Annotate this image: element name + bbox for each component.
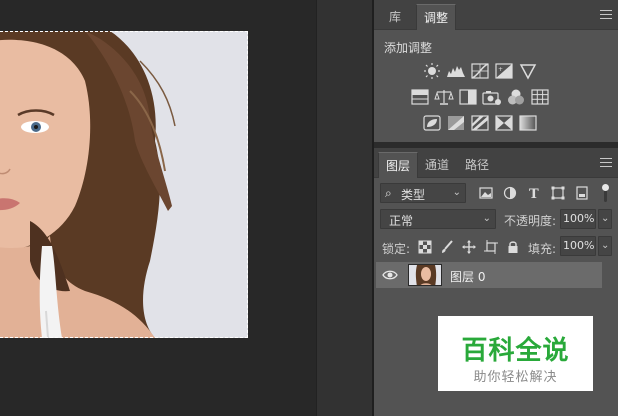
chevron-down-icon: ⌄ (452, 187, 461, 198)
adjustment-filter-icon[interactable] (502, 185, 518, 201)
exposure-icon[interactable]: + (494, 62, 514, 80)
curves-icon[interactable] (470, 62, 490, 80)
chevron-down-icon: ⌄ (601, 213, 610, 224)
canvas-area[interactable] (0, 0, 316, 416)
threshold-icon[interactable] (470, 114, 490, 132)
layer-thumbnail[interactable] (408, 264, 442, 286)
photoshop-window: 库 调整 添加调整 + 图层 通道 路径 ⌕ 类型 ⌄ T 正常 ⌄ 不透明度:… (0, 0, 618, 416)
opacity-dropdown[interactable]: ⌄ (598, 209, 612, 229)
channel-mixer-icon[interactable] (506, 88, 526, 106)
chevron-down-icon: ⌄ (601, 240, 610, 251)
fill-dropdown[interactable]: ⌄ (598, 236, 612, 256)
panel-menu-icon[interactable] (600, 10, 612, 20)
panel-menu-icon[interactable] (600, 158, 612, 168)
search-icon: ⌕ (385, 186, 392, 200)
layer-name[interactable]: 图层 0 (450, 268, 485, 285)
photo-filter-icon[interactable] (482, 88, 502, 106)
tab-library[interactable]: 库 (378, 4, 412, 30)
fill-value: 100% (563, 239, 595, 252)
tab-layers[interactable]: 图层 (378, 152, 418, 178)
type-filter-icon[interactable]: T (526, 185, 542, 201)
watermark: 百科全说 助你轻松解决 (438, 316, 593, 391)
chevron-down-icon: ⌄ (482, 213, 491, 224)
invert-icon[interactable] (422, 114, 442, 132)
adjustments-tabbar: 库 调整 (374, 0, 618, 30)
tab-paths[interactable]: 路径 (458, 152, 496, 178)
tab-adjustments[interactable]: 调整 (416, 4, 456, 30)
opacity-label: 不透明度: (504, 214, 557, 228)
lock-transparent-icon[interactable] (418, 240, 432, 254)
add-adjustment-title: 添加调整 (384, 41, 433, 55)
blend-mode-value: 正常 (389, 214, 414, 228)
lock-label: 锁定: (382, 242, 411, 256)
eye-icon[interactable] (382, 268, 398, 282)
black-white-icon[interactable] (458, 88, 478, 106)
panel-divider[interactable] (374, 142, 618, 148)
filter-toggle-switch[interactable] (602, 182, 610, 204)
image-filter-icon[interactable] (478, 185, 494, 201)
posterize-icon[interactable] (446, 114, 466, 132)
layer-filter-select[interactable]: ⌕ 类型 ⌄ (380, 183, 466, 203)
panel-gutter (316, 0, 374, 416)
adjustments-panel: 库 调整 添加调整 + (374, 0, 618, 142)
selective-color-icon[interactable] (494, 114, 514, 132)
shape-filter-icon[interactable] (550, 185, 566, 201)
lock-artboard-icon[interactable] (484, 240, 498, 254)
gradient-map-icon[interactable] (518, 114, 538, 132)
lock-paint-icon[interactable] (440, 240, 454, 254)
layers-tabbar: 图层 通道 路径 (374, 148, 618, 178)
lock-all-icon[interactable] (506, 240, 520, 254)
hue-saturation-icon[interactable] (410, 88, 430, 106)
watermark-subtitle: 助你轻松解决 (473, 370, 558, 385)
vibrance-icon[interactable] (518, 62, 538, 80)
selection-marquee (0, 31, 248, 338)
svg-text:T: T (529, 187, 539, 201)
blend-mode-select[interactable]: 正常 ⌄ (380, 209, 496, 229)
fill-input[interactable]: 100% (560, 236, 596, 256)
lock-position-icon[interactable] (462, 240, 476, 254)
color-balance-icon[interactable] (434, 88, 454, 106)
opacity-value: 100% (563, 212, 595, 225)
fill-label: 填充: (528, 242, 557, 256)
watermark-title: 百科全说 (461, 336, 570, 366)
brightness-contrast-icon[interactable] (422, 62, 442, 80)
svg-text:+: + (498, 66, 503, 73)
levels-icon[interactable] (446, 62, 466, 80)
color-lookup-icon[interactable] (530, 88, 550, 106)
layer-filter-label: 类型 (401, 188, 426, 202)
tab-channels[interactable]: 通道 (418, 152, 456, 178)
opacity-input[interactable]: 100% (560, 209, 596, 229)
smart-object-filter-icon[interactable] (574, 185, 590, 201)
